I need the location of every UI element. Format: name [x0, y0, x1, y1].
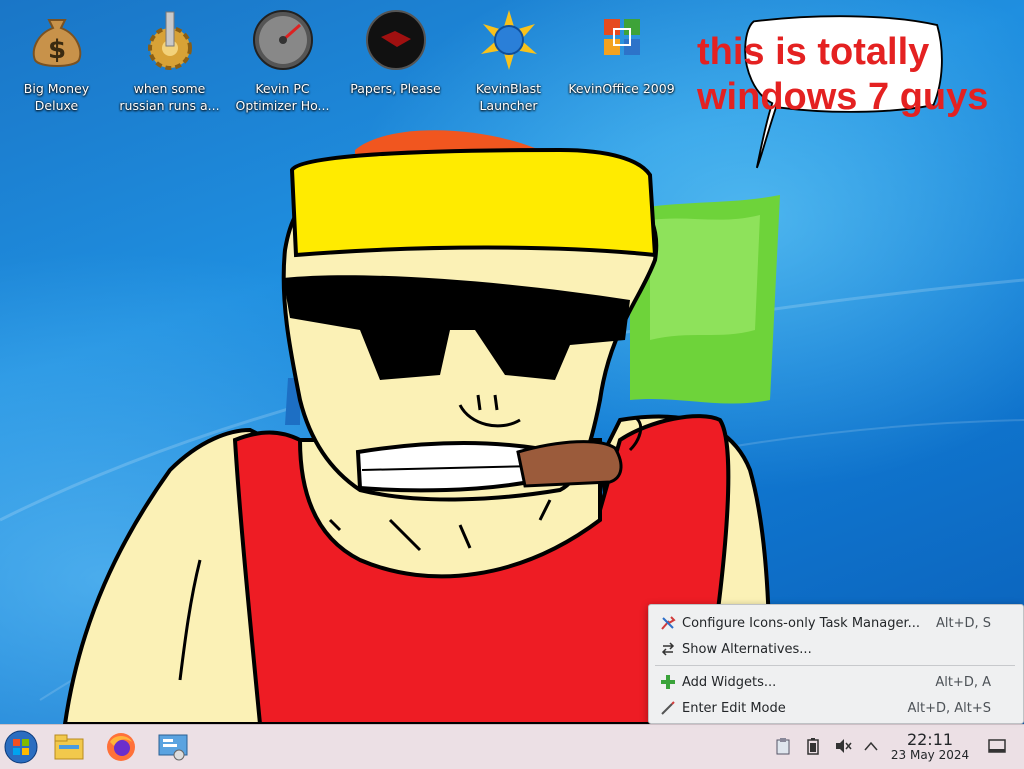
- speedometer-icon: [251, 8, 315, 72]
- burst-globe-icon: [477, 8, 541, 72]
- start-orb-icon: [4, 730, 38, 764]
- menu-item-label: Add Widgets...: [682, 674, 777, 690]
- desktop-icon-big-money-deluxe[interactable]: $ Big Money Deluxe: [0, 6, 113, 114]
- money-bag-icon: $: [25, 8, 89, 72]
- menu-item-configure-task-manager[interactable]: Configure Icons-only Task Manager... Alt…: [649, 610, 1021, 636]
- desktop-icon-kevin-pc-optimizer[interactable]: Kevin PC Optimizer Ho...: [226, 6, 339, 114]
- desktop-icon-label: Big Money Deluxe: [23, 81, 90, 113]
- start-button[interactable]: [2, 728, 40, 766]
- bubble-text: this is totally windows 7 guys: [697, 31, 989, 118]
- context-menu: Configure Icons-only Task Manager... Alt…: [648, 604, 1024, 724]
- desktop-icon-label: when some russian runs a...: [119, 81, 220, 113]
- menu-item-shortcut: Alt+D, S: [935, 615, 991, 631]
- desktop-icon-russian[interactable]: when some russian runs a...: [113, 6, 226, 114]
- menu-separator: [655, 665, 1015, 666]
- volume-muted-icon[interactable]: [834, 737, 852, 755]
- papers-please-icon: [364, 8, 428, 72]
- svg-text:$: $: [47, 35, 65, 65]
- show-desktop-icon: [988, 739, 1006, 753]
- alternatives-icon: [659, 640, 677, 658]
- configure-icon: [659, 614, 677, 632]
- taskbar-firefox[interactable]: [102, 728, 140, 766]
- taskbar-file-manager[interactable]: [50, 728, 88, 766]
- menu-item-show-alternatives[interactable]: Show Alternatives...: [649, 636, 1021, 662]
- office-logo-icon: [590, 8, 654, 72]
- chevron-up-icon[interactable]: [862, 737, 880, 755]
- desktop-icon-label: KevinBlast Launcher: [475, 81, 542, 113]
- desktop-icon-grid: $ Big Money Deluxe when some russian run…: [0, 6, 678, 114]
- taskbar: [0, 724, 1024, 769]
- menu-item-label: Enter Edit Mode: [682, 700, 786, 716]
- show-desktop-button[interactable]: [988, 737, 1006, 755]
- menu-item-enter-edit-mode[interactable]: Enter Edit Mode Alt+D, Alt+S: [649, 695, 1021, 721]
- clipboard-icon[interactable]: [774, 737, 792, 755]
- battery-icon[interactable]: [804, 737, 822, 755]
- desktop-icon-label: Papers, Please: [350, 81, 441, 96]
- menu-item-add-widgets[interactable]: Add Widgets... Alt+D, A: [649, 669, 1021, 695]
- firefox-icon: [107, 733, 135, 761]
- desktop-icon-kevinoffice-2009[interactable]: KevinOffice 2009: [565, 6, 678, 114]
- menu-item-label: Show Alternatives...: [682, 641, 812, 657]
- desktop-icon-papers-please[interactable]: Papers, Please: [339, 6, 452, 114]
- menu-item-shortcut: Alt+D, Alt+S: [907, 700, 991, 716]
- gear-icon: [138, 8, 202, 72]
- clock-date[interactable]: 23 May 2024: [880, 748, 980, 762]
- system-settings-icon: [158, 734, 188, 761]
- desktop-icon-label: Kevin PC Optimizer Ho...: [235, 81, 330, 113]
- clock-time[interactable]: 22:11: [880, 730, 980, 749]
- file-manager-icon: [54, 734, 84, 760]
- desktop-icon-label: KevinOffice 2009: [568, 81, 675, 96]
- taskbar-system-settings[interactable]: [154, 728, 192, 766]
- menu-item-label: Configure Icons-only Task Manager...: [682, 615, 921, 631]
- desktop-icon-kevinblast-launcher[interactable]: KevinBlast Launcher: [452, 6, 565, 114]
- add-icon: [659, 673, 677, 691]
- edit-mode-icon: [659, 699, 677, 717]
- menu-item-shortcut: Alt+D, A: [935, 674, 991, 690]
